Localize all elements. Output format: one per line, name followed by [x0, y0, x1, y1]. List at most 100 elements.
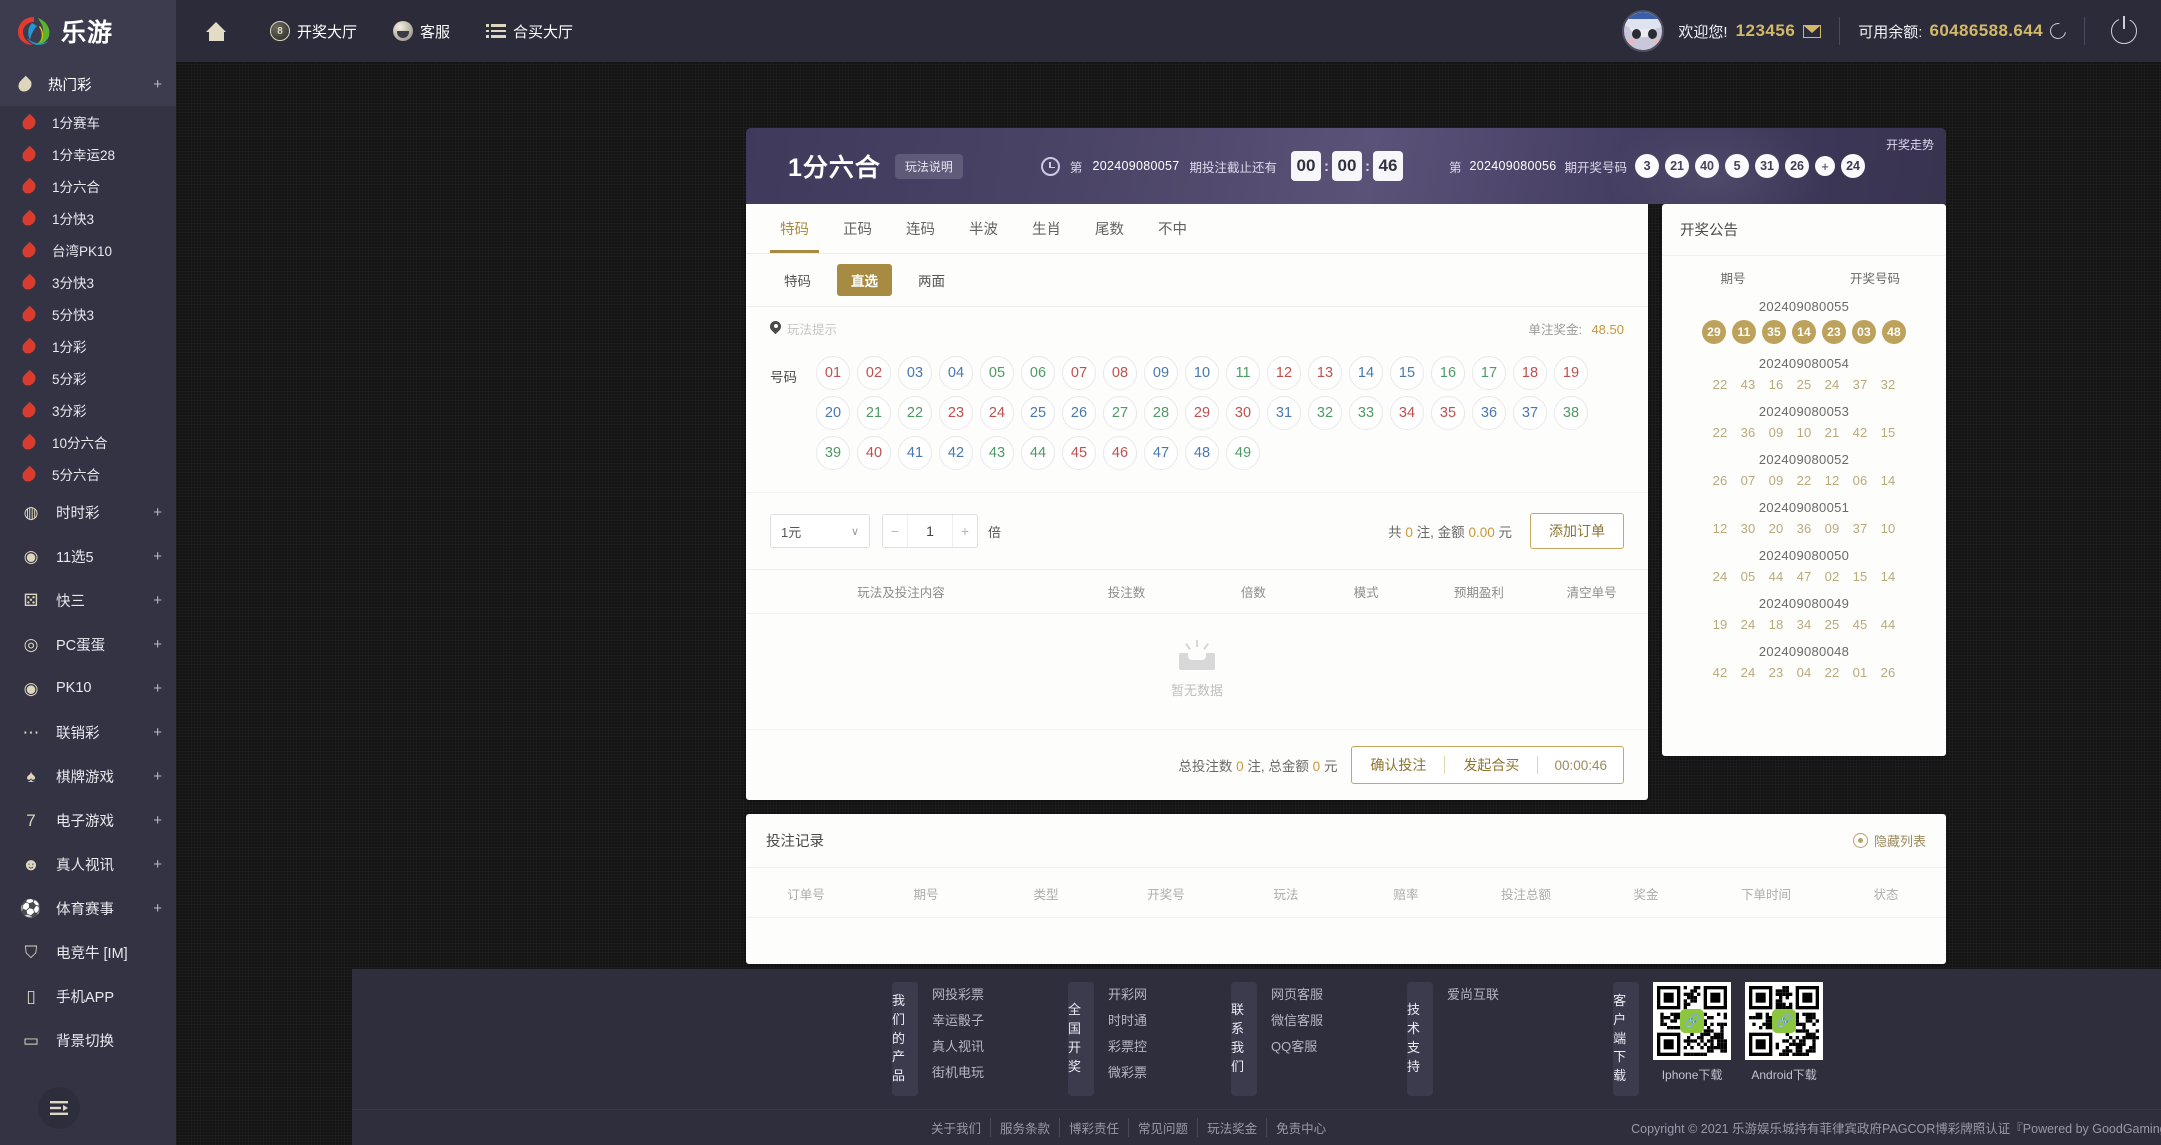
- sidebar-item-7[interactable]: 1分彩: [0, 330, 176, 362]
- sidebar-category-0[interactable]: ◍ 时时彩 +: [0, 490, 176, 534]
- footer-link[interactable]: 爱尚互联: [1447, 984, 1499, 1003]
- number-ball-20[interactable]: 20: [816, 396, 850, 430]
- number-ball-06[interactable]: 06: [1021, 356, 1055, 390]
- footer-link[interactable]: 网投彩票: [932, 984, 984, 1003]
- stepper-increase[interactable]: +: [953, 515, 977, 547]
- play-subtab-1[interactable]: 直选: [837, 264, 892, 296]
- sidebar-category-1[interactable]: ◉ 11选5 +: [0, 534, 176, 578]
- footer-link[interactable]: 幸运骰子: [932, 1010, 984, 1029]
- number-ball-10[interactable]: 10: [1185, 356, 1219, 390]
- sidebar-category-2[interactable]: ⚄ 快三 +: [0, 578, 176, 622]
- sidebar-category-expand[interactable]: +: [153, 549, 162, 564]
- number-ball-09[interactable]: 09: [1144, 356, 1178, 390]
- footer-bottom-link-4[interactable]: 玩法奖金: [1198, 1118, 1268, 1137]
- sidebar-category-9[interactable]: ⚽ 体育赛事 +: [0, 886, 176, 930]
- number-ball-04[interactable]: 04: [939, 356, 973, 390]
- number-ball-14[interactable]: 14: [1349, 356, 1383, 390]
- footer-link[interactable]: 时时通: [1108, 1010, 1147, 1029]
- sidebar-item-3[interactable]: 1分快3: [0, 202, 176, 234]
- logo[interactable]: 乐游: [0, 0, 176, 62]
- sidebar-item-10[interactable]: 10分六合: [0, 426, 176, 458]
- number-ball-36[interactable]: 36: [1472, 396, 1506, 430]
- unit-select[interactable]: 1元 ∨: [770, 514, 870, 548]
- sidebar-category-12[interactable]: ▭ 背景切换: [0, 1018, 176, 1062]
- number-ball-19[interactable]: 19: [1554, 356, 1588, 390]
- number-ball-39[interactable]: 39: [816, 436, 850, 470]
- number-ball-44[interactable]: 44: [1021, 436, 1055, 470]
- number-ball-21[interactable]: 21: [857, 396, 891, 430]
- number-ball-41[interactable]: 41: [898, 436, 932, 470]
- play-tab-4[interactable]: 生肖: [1022, 204, 1071, 253]
- play-subtab-2[interactable]: 两面: [904, 264, 959, 296]
- number-ball-16[interactable]: 16: [1431, 356, 1465, 390]
- footer-link[interactable]: QQ客服: [1271, 1036, 1323, 1055]
- number-ball-13[interactable]: 13: [1308, 356, 1342, 390]
- sidebar-category-7[interactable]: 7 电子游戏 +: [0, 798, 176, 842]
- sidebar-item-1[interactable]: 1分幸运28: [0, 138, 176, 170]
- number-ball-11[interactable]: 11: [1226, 356, 1260, 390]
- footer-bottom-link-2[interactable]: 博彩责任: [1060, 1118, 1130, 1137]
- number-ball-29[interactable]: 29: [1185, 396, 1219, 430]
- number-ball-34[interactable]: 34: [1390, 396, 1424, 430]
- play-tab-3[interactable]: 半波: [959, 204, 1008, 253]
- number-ball-27[interactable]: 27: [1103, 396, 1137, 430]
- sidebar-item-9[interactable]: 3分彩: [0, 394, 176, 426]
- number-ball-43[interactable]: 43: [980, 436, 1014, 470]
- nav-lottery-hall[interactable]: 8 开奖大厅: [252, 0, 375, 62]
- trend-link[interactable]: 开奖走势: [1886, 136, 1934, 153]
- stepper-value[interactable]: 1: [907, 515, 953, 547]
- qr-code-icon[interactable]: 🔗: [1653, 981, 1732, 1060]
- sidebar-group-hot-expand[interactable]: +: [153, 77, 162, 92]
- number-ball-37[interactable]: 37: [1513, 396, 1547, 430]
- number-ball-22[interactable]: 22: [898, 396, 932, 430]
- play-tab-5[interactable]: 尾数: [1085, 204, 1134, 253]
- confirm-bet-button[interactable]: 确认投注: [1352, 755, 1444, 775]
- number-ball-42[interactable]: 42: [939, 436, 973, 470]
- footer-bottom-link-1[interactable]: 服务条款: [991, 1118, 1061, 1137]
- sidebar-category-expand[interactable]: +: [153, 637, 162, 652]
- nav-group-buy-hall[interactable]: 合买大厅: [468, 0, 591, 62]
- play-tab-2[interactable]: 连码: [896, 204, 945, 253]
- number-ball-23[interactable]: 23: [939, 396, 973, 430]
- footer-link[interactable]: 真人视讯: [932, 1036, 984, 1055]
- number-ball-17[interactable]: 17: [1472, 356, 1506, 390]
- sidebar-category-11[interactable]: ▯ 手机APP: [0, 974, 176, 1018]
- sidebar-item-2[interactable]: 1分六合: [0, 170, 176, 202]
- number-ball-12[interactable]: 12: [1267, 356, 1301, 390]
- sidebar-category-5[interactable]: ⋯ 联销彩 +: [0, 710, 176, 754]
- footer-bottom-link-0[interactable]: 关于我们: [922, 1118, 992, 1137]
- number-ball-02[interactable]: 02: [857, 356, 891, 390]
- sidebar-item-4[interactable]: 台湾PK10: [0, 234, 176, 266]
- mail-icon[interactable]: [1803, 24, 1822, 38]
- sidebar-group-hot[interactable]: 热门彩 +: [0, 62, 176, 106]
- footer-link[interactable]: 街机电玩: [932, 1062, 984, 1081]
- stepper-decrease[interactable]: −: [883, 515, 907, 547]
- number-ball-49[interactable]: 49: [1226, 436, 1260, 470]
- sidebar-category-expand[interactable]: +: [153, 681, 162, 696]
- nav-support[interactable]: 客服: [375, 0, 468, 62]
- number-ball-28[interactable]: 28: [1144, 396, 1178, 430]
- number-ball-18[interactable]: 18: [1513, 356, 1547, 390]
- number-ball-33[interactable]: 33: [1349, 396, 1383, 430]
- footer-bottom-link-3[interactable]: 常见问题: [1129, 1118, 1199, 1137]
- play-tab-1[interactable]: 正码: [833, 204, 882, 253]
- add-order-button[interactable]: 添加订单: [1530, 513, 1624, 549]
- number-ball-47[interactable]: 47: [1144, 436, 1178, 470]
- rule-button[interactable]: 玩法说明: [894, 153, 963, 179]
- refresh-icon[interactable]: [2046, 19, 2070, 43]
- number-ball-26[interactable]: 26: [1062, 396, 1096, 430]
- sidebar-item-5[interactable]: 3分快3: [0, 266, 176, 298]
- footer-bottom-link-5[interactable]: 免责中心: [1267, 1118, 1335, 1137]
- footer-link[interactable]: 网页客服: [1271, 984, 1323, 1003]
- number-ball-32[interactable]: 32: [1308, 396, 1342, 430]
- sidebar-category-expand[interactable]: +: [153, 725, 162, 740]
- sidebar-category-10[interactable]: ⛉ 电竞牛 [IM]: [0, 930, 176, 974]
- sidebar-category-expand[interactable]: +: [153, 813, 162, 828]
- hide-list-button[interactable]: 隐藏列表: [1852, 831, 1926, 850]
- number-ball-24[interactable]: 24: [980, 396, 1014, 430]
- number-ball-08[interactable]: 08: [1103, 356, 1137, 390]
- number-ball-30[interactable]: 30: [1226, 396, 1260, 430]
- group-buy-button[interactable]: 发起合买: [1445, 755, 1537, 775]
- sidebar-item-8[interactable]: 5分彩: [0, 362, 176, 394]
- sidebar-item-6[interactable]: 5分快3: [0, 298, 176, 330]
